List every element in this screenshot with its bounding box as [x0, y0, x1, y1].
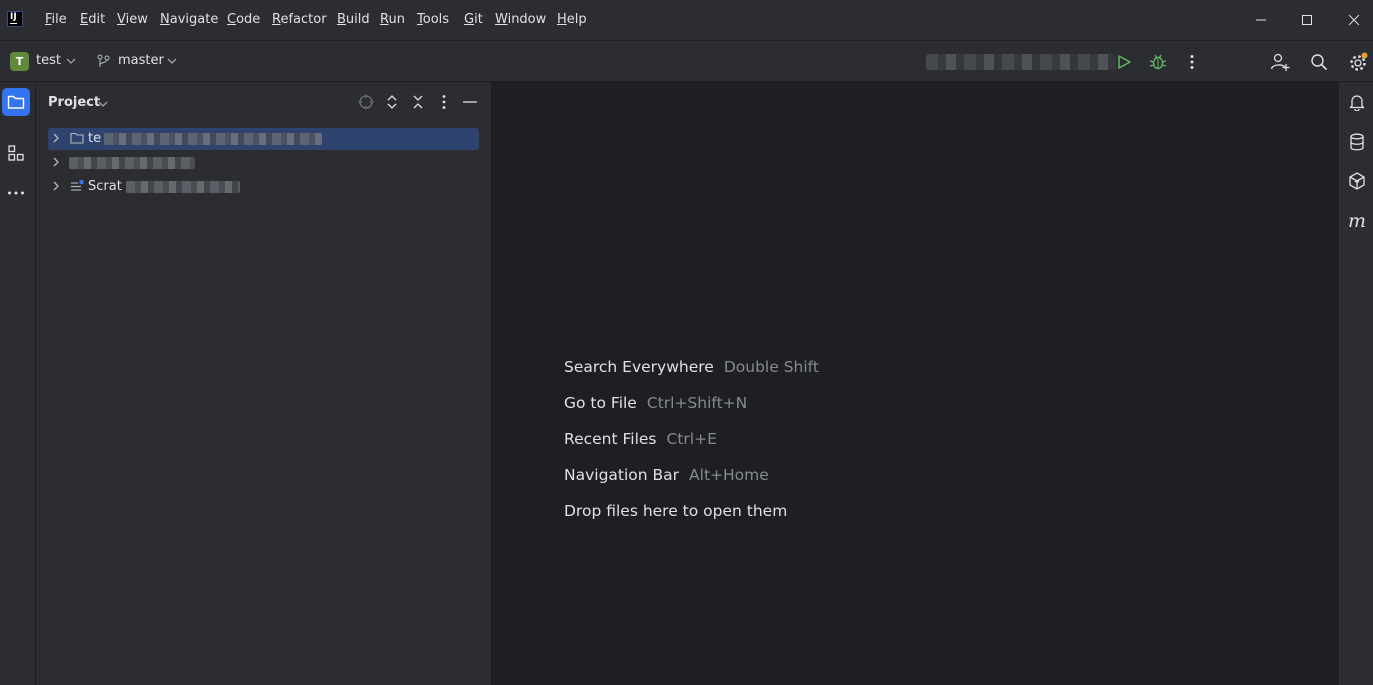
project-selector[interactable]: test	[36, 53, 61, 68]
svg-text:m: m	[1348, 212, 1366, 230]
hint-shortcut: Ctrl+Shift+N	[646, 394, 748, 412]
menu-code[interactable]: Code	[227, 12, 260, 27]
bell-icon	[1349, 95, 1365, 111]
panel-title[interactable]: Project	[48, 95, 100, 110]
minimize-icon	[1256, 19, 1266, 21]
gear-icon	[1350, 52, 1368, 71]
structure-icon	[8, 145, 24, 161]
folder-icon	[70, 132, 84, 144]
chevron-right-icon[interactable]	[51, 132, 61, 144]
menu-tools[interactable]: Tools	[417, 12, 449, 27]
add-user-icon	[1270, 53, 1290, 71]
menu-run[interactable]: Run	[380, 12, 405, 27]
maven-tool-button[interactable]: m	[1347, 211, 1367, 231]
chevron-down-icon[interactable]	[98, 99, 108, 109]
project-badge[interactable]: T	[10, 52, 29, 71]
menu-file[interactable]: File	[45, 12, 67, 27]
minimize-button[interactable]	[1238, 0, 1284, 40]
collapse-all-button[interactable]	[409, 93, 427, 111]
code-with-me-button[interactable]	[1269, 51, 1291, 73]
more-vertical-icon	[442, 95, 446, 109]
hint-label: Search Everywhere	[564, 358, 714, 376]
search-icon	[1311, 54, 1328, 71]
panel-options-button[interactable]	[435, 93, 453, 111]
expand-all-icon	[387, 95, 397, 109]
hint-shortcut: Double Shift	[723, 358, 819, 376]
hint-drop-files: Drop files here to open them	[564, 502, 787, 520]
run-button[interactable]	[1113, 51, 1135, 73]
maven-icon: m	[1348, 212, 1366, 230]
minimize-icon	[463, 101, 477, 103]
hint-label: Drop files here to open them	[564, 502, 788, 520]
ai-assistant-icon	[1349, 172, 1365, 190]
settings-button[interactable]	[1347, 51, 1369, 73]
maximize-button[interactable]	[1284, 0, 1330, 40]
menu-navigate[interactable]: Navigate	[160, 12, 218, 27]
right-tool-stripe: m	[1338, 82, 1373, 685]
main-toolbar: T test master	[0, 41, 1373, 82]
chevron-down-icon[interactable]	[66, 56, 76, 66]
title-bar: IJ File Edit View Navigate Code Refactor…	[0, 0, 1373, 41]
hint-go-to-file: Go to File Ctrl+Shift+N	[564, 394, 747, 412]
tree-item-scratches[interactable]: Scrat	[48, 176, 479, 198]
hint-shortcut: Alt+Home	[689, 466, 769, 484]
redacted-path	[104, 133, 322, 145]
scratches-icon	[71, 179, 84, 191]
hint-recent-files: Recent Files Ctrl+E	[564, 430, 717, 448]
menu-view[interactable]: View	[117, 12, 148, 27]
database-tool-button[interactable]	[1347, 132, 1367, 152]
search-everywhere-button[interactable]	[1308, 51, 1330, 73]
left-tool-stripe	[0, 82, 36, 685]
close-icon	[1348, 14, 1360, 26]
menu-build[interactable]: Build	[337, 12, 370, 27]
tree-item-label: te	[88, 131, 102, 146]
maximize-icon	[1302, 15, 1312, 25]
tree-item-project-root[interactable]: te	[48, 128, 479, 150]
folder-icon	[7, 95, 25, 109]
menu-edit[interactable]: Edit	[80, 12, 105, 27]
hint-search-everywhere: Search Everywhere Double Shift	[564, 358, 819, 376]
more-tools-button[interactable]	[2, 179, 30, 207]
intellij-logo-icon[interactable]: IJ	[7, 11, 23, 27]
more-actions-button[interactable]	[1181, 51, 1203, 73]
close-window-button[interactable]	[1331, 0, 1373, 40]
expand-all-button[interactable]	[383, 93, 401, 111]
collapse-all-icon	[413, 95, 423, 109]
notifications-button[interactable]	[1347, 92, 1367, 112]
menu-help[interactable]: Help	[557, 12, 587, 27]
project-tool-button[interactable]	[2, 88, 30, 116]
editor-area[interactable]: Search Everywhere Double Shift Go to File…	[492, 82, 1338, 685]
hint-navigation-bar: Navigation Bar Alt+Home	[564, 466, 769, 484]
menu-window[interactable]: Window	[495, 12, 546, 27]
logo-text: IJ	[10, 12, 17, 22]
database-icon	[1350, 133, 1364, 151]
chevron-right-icon[interactable]	[51, 156, 61, 168]
chevron-down-icon[interactable]	[167, 56, 177, 66]
tree-item-external-libraries[interactable]	[48, 152, 479, 174]
hint-shortcut: Ctrl+E	[666, 430, 717, 448]
menu-refactor[interactable]: Refactor	[272, 12, 327, 27]
project-tool-window: Project te Scrat	[36, 82, 492, 685]
git-branch-icon	[97, 54, 110, 67]
more-vertical-icon	[1190, 55, 1194, 69]
menu-git[interactable]: Git	[464, 12, 483, 27]
hide-panel-button[interactable]	[461, 93, 479, 111]
debug-button[interactable]	[1147, 51, 1169, 73]
run-configuration-selector[interactable]	[926, 54, 1116, 70]
hint-label: Go to File	[564, 394, 637, 412]
redacted-label	[69, 157, 195, 169]
more-horizontal-icon	[8, 191, 24, 195]
redacted-label	[126, 181, 240, 193]
hint-label: Navigation Bar	[564, 466, 680, 484]
ai-assistant-button[interactable]	[1347, 171, 1367, 191]
locate-crosshair-icon	[358, 94, 374, 110]
branch-selector[interactable]: master	[118, 53, 164, 68]
select-opened-file-button[interactable]	[357, 93, 375, 111]
chevron-right-icon[interactable]	[51, 180, 61, 192]
run-icon	[1118, 55, 1131, 69]
tree-item-label: Scrat	[88, 179, 122, 194]
structure-tool-button[interactable]	[2, 139, 30, 167]
debug-bug-icon	[1149, 54, 1167, 70]
hint-label: Recent Files	[564, 430, 657, 448]
